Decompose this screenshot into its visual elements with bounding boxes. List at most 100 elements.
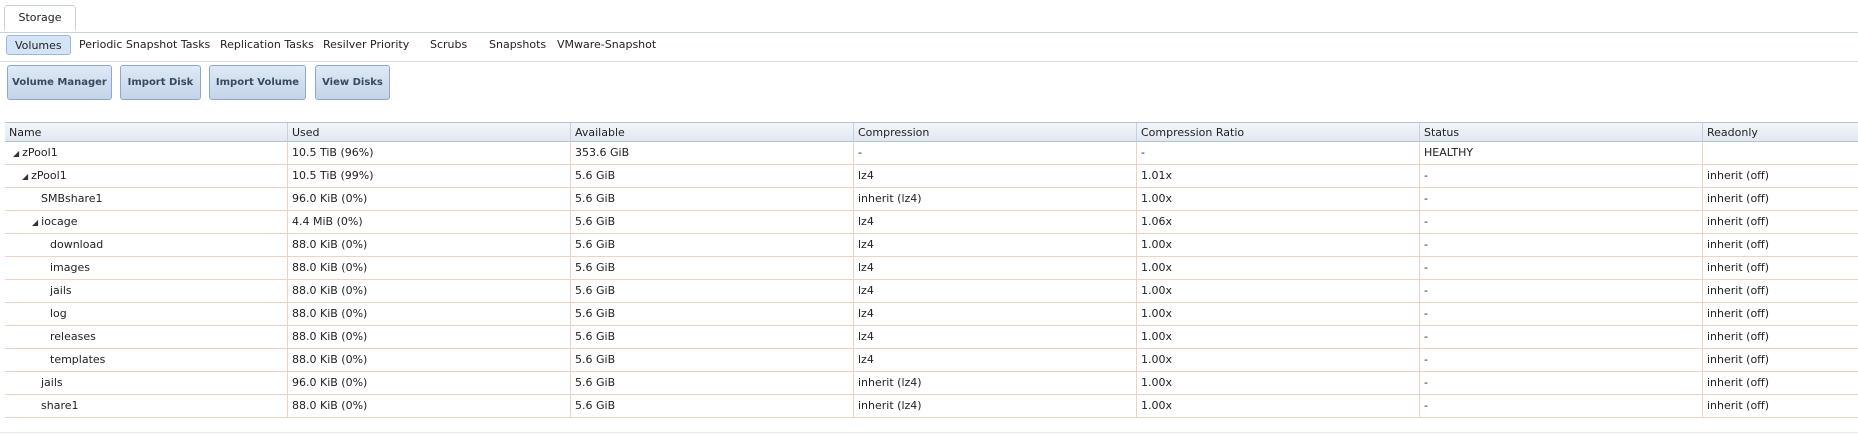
cell-status: - [1420,303,1703,325]
column-header-used[interactable]: Used [288,123,571,142]
table-row[interactable]: ◢ zPool1 10.5 TiB (99%) 5.6 GiB lz4 1.01x - inh… [5,165,1858,188]
cell-available: 5.6 GiB [571,211,854,233]
expand-toggle-icon[interactable]: ◢ [13,143,19,164]
table-row[interactable]: ◢ iocage 4.4 MiB (0%) 5.6 GiB lz4 1.06x - inher… [5,211,1858,234]
volume-manager-button[interactable]: Volume Manager [7,65,112,100]
dataset-name: zPool1 [31,169,67,182]
cell-readonly: inherit (off) [1707,353,1770,366]
cell-status: - [1420,211,1703,233]
subtab-resilver-priority[interactable]: Resilver Priority [323,35,409,55]
cell-available: 5.6 GiB [571,303,854,325]
cell-name: templates [5,349,288,371]
subtab-volumes[interactable]: Volumes [6,35,71,55]
cell-readonly: inherit (off) [1707,169,1770,182]
subtab-scrubs[interactable]: Scrubs [430,35,467,55]
cell-name: download [5,234,288,256]
cell-readonly: inherit (off) [1707,284,1770,297]
cell-name: releases [5,326,288,348]
table-row[interactable]: log 88.0 KiB (0%) 5.6 GiB lz4 1.00x - inherit … [5,303,1858,326]
cell-status: - [1420,395,1703,417]
table-row[interactable]: templates 88.0 KiB (0%) 5.6 GiB lz4 1.00x - in… [5,349,1858,372]
dataset-name: jails [41,376,63,389]
cell-name: ◢ zPool1 [5,142,288,164]
cell-name: ◢ zPool1 [5,165,288,187]
cell-used: 10.5 TiB (96%) [288,142,571,164]
cell-readonly: inherit (off) [1707,192,1770,205]
cell-used: 88.0 KiB (0%) [288,303,571,325]
column-header-status[interactable]: Status [1420,123,1703,142]
cell-available: 5.6 GiB [571,326,854,348]
cell-compression-ratio: 1.00x [1137,188,1420,210]
cell-readonly: inherit (off) [1707,376,1770,389]
cell-name: share1 [5,395,288,417]
column-header-readonly[interactable]: Readonly [1703,123,1858,142]
cell-available: 5.6 GiB [571,280,854,302]
table-row[interactable]: jails 88.0 KiB (0%) 5.6 GiB lz4 1.00x - inheri… [5,280,1858,303]
column-header-available[interactable]: Available [571,123,854,142]
cell-status: - [1420,165,1703,187]
dataset-name: log [50,307,67,320]
cell-readonly: inherit (off) [1707,307,1770,320]
cell-compression: - [854,142,1137,164]
dataset-name: download [50,238,104,251]
divider [0,432,1858,433]
cell-readonly: inherit (off) [1707,330,1770,343]
cell-compression: lz4 [854,280,1137,302]
cell-used: 88.0 KiB (0%) [288,234,571,256]
cell-used: 96.0 KiB (0%) [288,188,571,210]
cell-status: - [1420,372,1703,394]
table-row[interactable]: jails 96.0 KiB (0%) 5.6 GiB inherit (lz4) 1.… [5,372,1858,395]
cell-compression-ratio: 1.00x [1137,372,1420,394]
cell-compression-ratio: 1.00x [1137,395,1420,417]
table-row[interactable]: ◢ zPool1 10.5 TiB (96%) 353.6 GiB - - HEALTHY [5,142,1858,165]
table-row[interactable]: images 88.0 KiB (0%) 5.6 GiB lz4 1.00x - inher… [5,257,1858,280]
cell-compression: lz4 [854,303,1137,325]
cell-compression-ratio: - [1137,142,1420,164]
import-volume-button[interactable]: Import Volume [209,65,306,100]
cell-name: SMBshare1 [5,188,288,210]
table-row[interactable]: releases 88.0 KiB (0%) 5.6 GiB lz4 1.00x - inh… [5,326,1858,349]
dataset-name: templates [50,353,106,366]
cell-available: 5.6 GiB [571,165,854,187]
table-row[interactable]: download 88.0 KiB (0%) 5.6 GiB lz4 1.00x - inh… [5,234,1858,257]
cell-status: - [1420,349,1703,371]
subtab-snapshots[interactable]: Snapshots [489,35,546,55]
cell-used: 96.0 KiB (0%) [288,372,571,394]
cell-used: 10.5 TiB (99%) [288,165,571,187]
cell-available: 5.6 GiB [571,372,854,394]
cell-readonly [1703,142,1858,164]
expand-toggle-icon[interactable]: ◢ [22,166,28,187]
subtab-vmware-snapshot[interactable]: VMware-Snapshot [557,35,656,55]
cell-compression: inherit (lz4) [854,372,1137,394]
cell-compression: lz4 [854,257,1137,279]
cell-available: 353.6 GiB [571,142,854,164]
cell-name: images [5,257,288,279]
cell-status: - [1420,188,1703,210]
view-disks-button[interactable]: View Disks [315,65,390,100]
subtab-replication-tasks[interactable]: Replication Tasks [220,35,314,55]
column-header-name[interactable]: Name [5,123,288,142]
cell-compression-ratio: 1.00x [1137,234,1420,256]
cell-available: 5.6 GiB [571,349,854,371]
volumes-table: Name Used Available Compression Compress… [5,122,1858,418]
column-header-compression[interactable]: Compression [854,123,1137,142]
cell-used: 88.0 KiB (0%) [288,280,571,302]
subtab-periodic-snapshot-tasks[interactable]: Periodic Snapshot Tasks [79,35,210,55]
dataset-name: SMBshare1 [41,192,103,205]
column-header-compression-ratio[interactable]: Compression Ratio [1137,123,1420,142]
cell-used: 88.0 KiB (0%) [288,395,571,417]
cell-name: log [5,303,288,325]
cell-compression-ratio: 1.06x [1137,211,1420,233]
import-disk-button[interactable]: Import Disk [120,65,201,100]
expand-toggle-icon[interactable]: ◢ [32,212,38,233]
table-row[interactable]: share1 88.0 KiB (0%) 5.6 GiB inherit (lz4) 1… [5,395,1858,418]
dataset-name: share1 [41,399,79,412]
tab-storage[interactable]: Storage [4,5,76,31]
dataset-name: releases [50,330,96,343]
cell-compression-ratio: 1.00x [1137,349,1420,371]
cell-used: 88.0 KiB (0%) [288,326,571,348]
cell-readonly: inherit (off) [1707,261,1770,274]
cell-compression: lz4 [854,234,1137,256]
table-row[interactable]: SMBshare1 96.0 KiB (0%) 5.6 GiB inherit (lz… [5,188,1858,211]
dataset-name: jails [50,284,72,297]
